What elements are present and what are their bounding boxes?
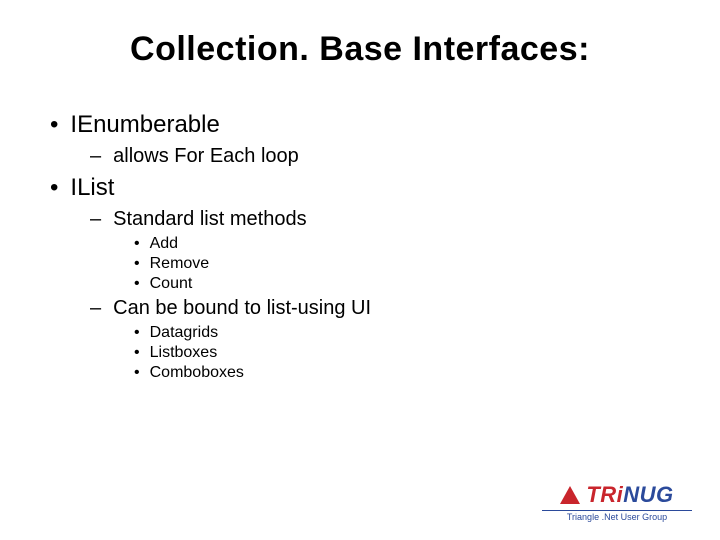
bullet-list-lvl1: • IEnumberable – allows For Each loop • … [40, 111, 680, 382]
list-item-text: Comboboxes [150, 364, 244, 382]
logo-top: TRiNUG [542, 482, 692, 508]
list-item: • IEnumberable – allows For Each loop [40, 111, 680, 168]
dash-icon: – [90, 297, 101, 320]
list-item: • IList – Standard list methods • Add [40, 174, 680, 382]
list-item-text: Datagrids [150, 324, 218, 342]
bullet-icon: • [50, 111, 58, 139]
list-item: – allows For Each loop [40, 145, 680, 168]
list-item-text: IList [70, 174, 114, 202]
logo-tr: TR [586, 482, 616, 507]
trinug-logo: TRiNUG Triangle .Net User Group [542, 482, 692, 522]
bullet-icon: • [134, 235, 140, 253]
logo-text: TRiNUG [586, 482, 673, 508]
logo-tagline: Triangle .Net User Group [542, 510, 692, 522]
list-item-text: Listboxes [150, 344, 218, 362]
bullet-list-lvl3: • Add • Remove • [40, 235, 680, 293]
bullet-list-lvl2: – allows For Each loop [40, 145, 680, 168]
logo-i: i [617, 482, 624, 508]
bullet-icon: • [134, 255, 140, 273]
slide-title: Collection. Base Interfaces: [40, 30, 680, 69]
bullet-icon: • [134, 324, 140, 342]
list-item: • Datagrids [40, 324, 680, 342]
dash-icon: – [90, 145, 101, 168]
list-item-text: Count [150, 275, 193, 293]
bullet-icon: • [50, 174, 58, 202]
list-item: • Count [40, 275, 680, 293]
list-item-text: Add [150, 235, 178, 253]
list-item: • Comboboxes [40, 364, 680, 382]
bullet-icon: • [134, 275, 140, 293]
list-item: – Can be bound to list-using UI • Datagr… [40, 297, 680, 382]
logo-nug: NUG [623, 482, 673, 507]
bullet-list-lvl2: – Standard list methods • Add • [40, 208, 680, 382]
triangle-icon [560, 486, 580, 504]
list-item: – Standard list methods • Add • [40, 208, 680, 293]
list-item: • Remove [40, 255, 680, 273]
slide: Collection. Base Interfaces: • IEnumbera… [0, 0, 720, 540]
list-item-text: Remove [150, 255, 210, 273]
list-item: • Add [40, 235, 680, 253]
list-item-text: Can be bound to list-using UI [113, 297, 371, 320]
bullet-icon: • [134, 344, 140, 362]
list-item: • Listboxes [40, 344, 680, 362]
dash-icon: – [90, 208, 101, 231]
bullet-icon: • [134, 364, 140, 382]
list-item-text: Standard list methods [113, 208, 306, 231]
bullet-list-lvl3: • Datagrids • Listboxes [40, 324, 680, 382]
list-item-text: allows For Each loop [113, 145, 299, 168]
list-item-text: IEnumberable [70, 111, 219, 139]
